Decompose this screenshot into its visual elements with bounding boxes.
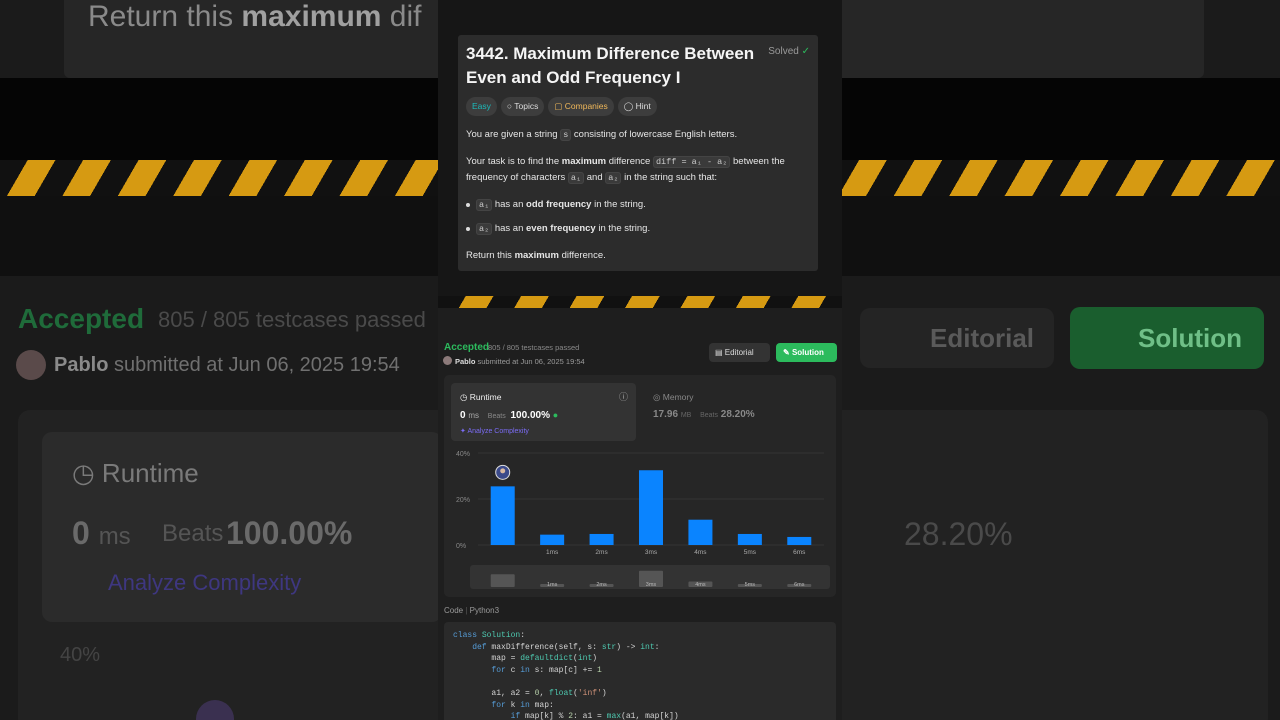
- apple-icon: ●: [552, 410, 559, 420]
- sparkle-icon: ✦: [460, 428, 466, 435]
- code-header: Code | Python3: [444, 606, 500, 615]
- info-icon[interactable]: ⓘ: [619, 390, 628, 403]
- user-avatar-face: [500, 468, 506, 474]
- list-item: a₁ has an odd frequency in the string.: [466, 197, 811, 213]
- lightbulb-icon: ◯: [623, 101, 634, 111]
- bg-analyze: Analyze Complexity: [108, 570, 302, 595]
- runtime-label: ◷ Runtime: [460, 392, 502, 402]
- bg-memory-pct: 28.20%: [904, 516, 1013, 552]
- bg-runtime-label: ◷ Runtime: [72, 458, 199, 488]
- scrubber-label: 2ms: [596, 582, 607, 588]
- book-icon: ▤: [715, 348, 723, 357]
- chart-bar: [688, 519, 713, 545]
- x-tick-label: 6ms: [793, 549, 806, 556]
- edit-icon: ✎: [783, 348, 790, 357]
- editorial-button[interactable]: ▤ Editorial: [709, 343, 770, 362]
- main-column: 3442. Maximum Difference Between Even an…: [438, 0, 842, 720]
- problem-card: 3442. Maximum Difference Between Even an…: [458, 35, 818, 271]
- solved-status: Solved ✓: [768, 46, 810, 57]
- runtime-distribution-chart: 0% 20% 40% 1ms 1ms 2ms 2ms 3ms 3ms 4ms 4ms 5ms 5ms 6m…: [456, 451, 824, 588]
- bg-runtime-value: 0 ms: [72, 515, 131, 551]
- topics-tag[interactable]: ○ Topics: [500, 97, 545, 116]
- check-circle-icon: ✓: [801, 46, 810, 57]
- chart-bar: [490, 486, 515, 545]
- runtime-card[interactable]: ◷ Runtime ⓘ 0 ms Beats 100.00% ● ✦ Analy…: [451, 383, 636, 441]
- scrubber-label: 1ms: [547, 582, 558, 588]
- solution-button[interactable]: ✎ Solution: [776, 343, 837, 362]
- problem-description: You are given a string s consisting of l…: [466, 127, 811, 274]
- testcases-passed: 805 / 805 testcases passed: [488, 343, 580, 352]
- hazard-divider: [438, 296, 842, 308]
- bg-solution-button: Solution: [1070, 307, 1264, 369]
- companies-tag[interactable]: ▢ Companies: [548, 97, 614, 116]
- scrubber-label: 4ms: [695, 582, 706, 588]
- accepted-label: Accepted: [444, 342, 490, 353]
- scrubber-label: 3ms: [646, 582, 657, 588]
- clock-icon: ◷: [460, 392, 468, 402]
- x-tick-label: 5ms: [744, 549, 757, 556]
- tag-icon: ○: [506, 101, 513, 111]
- problem-title[interactable]: 3442. Maximum Difference Between Even an…: [466, 42, 761, 90]
- lock-icon: ▢: [554, 101, 563, 111]
- submission-info: Pablo submitted at Jun 06, 2025 19:54: [455, 357, 585, 366]
- chart-bar: [589, 533, 614, 545]
- chart-bar: [787, 536, 812, 545]
- chart-bar: [737, 533, 762, 545]
- x-tick-label: 2ms: [595, 549, 608, 556]
- x-tick-label: 4ms: [694, 549, 707, 556]
- scrubber-bar: [490, 574, 515, 587]
- y-tick-label: 40%: [456, 451, 470, 458]
- scrubber-label: 5ms: [745, 582, 756, 588]
- y-tick-label: 20%: [456, 497, 470, 504]
- bg-beats-pct: 100.00%: [226, 515, 353, 551]
- code-block[interactable]: class Solution: def maxDifference(self, …: [444, 622, 836, 720]
- bg-accepted-label: Accepted: [18, 303, 145, 334]
- bg-avatar: [16, 350, 46, 380]
- problem-tags: Easy ○ Topics ▢ Companies ◯ Hint: [466, 97, 657, 116]
- bg-axis-label: 40%: [60, 644, 101, 666]
- analyze-complexity-link[interactable]: ✦ Analyze Complexity: [460, 427, 529, 435]
- memory-icon: ◎: [653, 392, 661, 402]
- memory-value: 17.96 MB Beats 28.20%: [653, 409, 755, 420]
- code-text: class Solution: def maxDifference(self, …: [453, 631, 679, 720]
- hint-tag[interactable]: ◯ Hint: [617, 97, 657, 116]
- x-tick-label: 3ms: [645, 549, 658, 556]
- chart-bar: [639, 470, 663, 545]
- bg-beats-label: Beats: [162, 520, 224, 547]
- scrubber-label: 6ms: [794, 582, 805, 588]
- bg-submitted-line: Pablo submitted at Jun 06, 2025 19:54: [54, 354, 400, 376]
- problem-section: 3442. Maximum Difference Between Even an…: [438, 0, 842, 296]
- chart-bar: [540, 534, 565, 545]
- bg-editorial-button: Editorial: [860, 308, 1054, 368]
- list-item: a₂ has an even frequency in the string.: [466, 221, 811, 237]
- avatar[interactable]: [443, 356, 452, 365]
- stats-panel: ◷ Runtime ⓘ 0 ms Beats 100.00% ● ✦ Analy…: [444, 375, 836, 597]
- memory-label[interactable]: ◎ Memory: [653, 392, 694, 403]
- y-tick-label: 0%: [456, 543, 466, 550]
- bg-testcases: 805 / 805 testcases passed: [158, 307, 426, 332]
- runtime-value: 0 ms Beats 100.00% ●: [460, 410, 559, 421]
- bg-problem-text: Return this maximum dif: [88, 0, 422, 33]
- difficulty-tag[interactable]: Easy: [466, 97, 497, 116]
- x-tick-label: 1ms: [546, 549, 559, 556]
